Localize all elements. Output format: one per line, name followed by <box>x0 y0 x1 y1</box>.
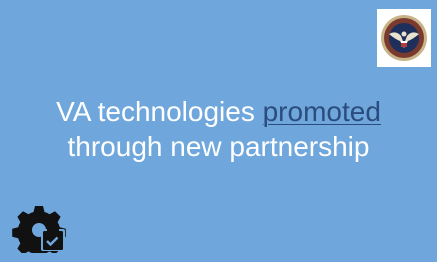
promoted-link[interactable]: promoted <box>263 96 381 127</box>
va-seal-logo <box>377 9 431 67</box>
gear-checklist-icon <box>12 206 66 253</box>
headline-line-1: VA technologies promoted <box>0 94 437 129</box>
va-seal-icon <box>381 15 427 61</box>
headline-line-2: through new partnership <box>67 131 370 162</box>
headline-text-start: VA technologies <box>56 96 263 127</box>
headline: VA technologies promoted through new par… <box>0 94 437 164</box>
news-card[interactable]: VA technologies promoted through new par… <box>0 0 437 262</box>
